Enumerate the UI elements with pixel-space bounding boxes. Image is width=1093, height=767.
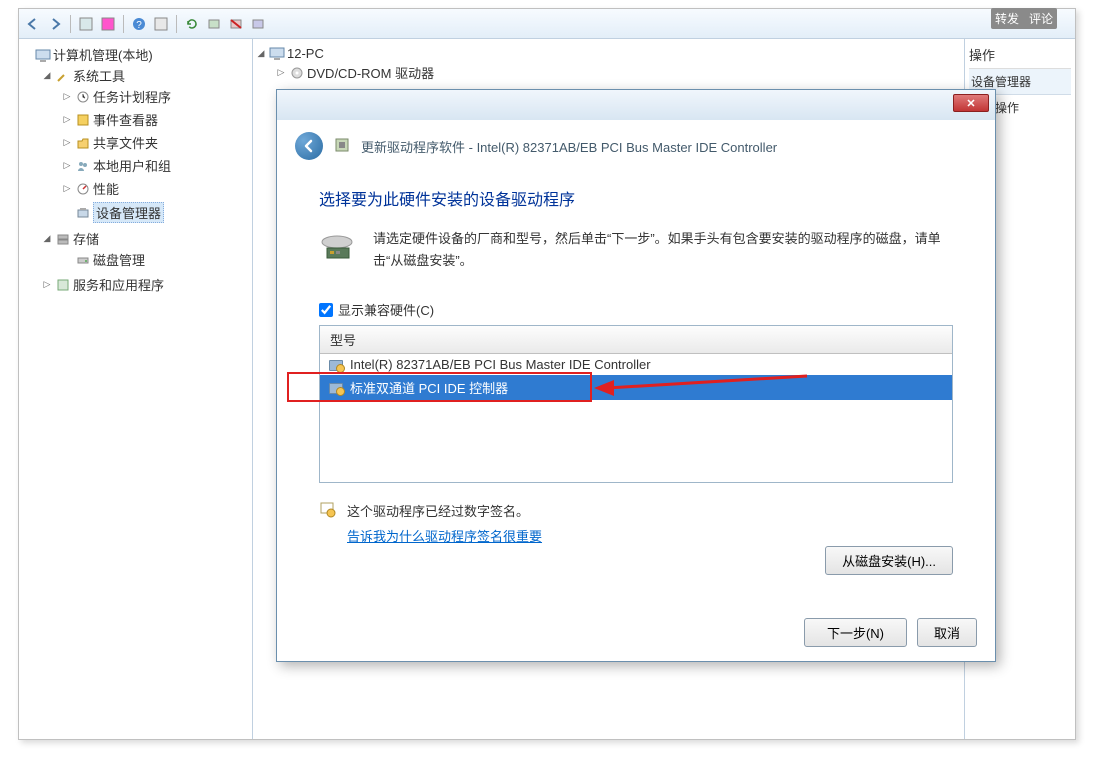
certificate-icon — [319, 501, 337, 519]
tree-event-viewer[interactable]: ▷ 事件查看器 — [61, 110, 250, 129]
expand-icon[interactable]: ▷ — [61, 91, 73, 103]
expand-icon[interactable]: ▷ — [61, 183, 73, 195]
tree-performance[interactable]: ▷ 性能 — [61, 179, 250, 198]
refresh-icon[interactable] — [182, 14, 202, 34]
clock-icon — [75, 89, 91, 105]
signed-driver-icon — [328, 381, 344, 395]
services-apps-label: 服务和应用程序 — [73, 275, 164, 294]
disk-icon — [75, 252, 91, 268]
device-tree-pc[interactable]: ◢ 12-PC — [255, 45, 962, 61]
toolbar-icon-4[interactable] — [204, 14, 224, 34]
computer-icon — [35, 47, 51, 63]
task-scheduler-label: 任务计划程序 — [93, 87, 171, 106]
model-list: 型号 Intel(R) 82371AB/EB PCI Bus Master ID… — [319, 325, 953, 483]
tree-device-manager[interactable]: 设备管理器 — [61, 202, 250, 223]
shared-folder-icon — [75, 135, 91, 151]
close-button[interactable]: ✕ — [953, 94, 989, 112]
expand-icon[interactable]: ▷ — [61, 160, 73, 172]
storage-label: 存储 — [73, 229, 99, 248]
disk-install-button[interactable]: 从磁盘安装(H)... — [825, 546, 953, 575]
event-icon — [75, 112, 91, 128]
toolbar-icon-1[interactable] — [76, 14, 96, 34]
signed-link[interactable]: 告诉我为什么驱动程序签名很重要 — [347, 526, 542, 545]
compatible-checkbox-input[interactable] — [319, 303, 333, 317]
device-manager-label: 设备管理器 — [93, 202, 164, 223]
perf-icon — [75, 181, 91, 197]
instruction-text: 请选定硬件设备的厂商和型号，然后单击“下一步”。如果手头有包含要安装的驱动程序的… — [373, 228, 953, 272]
collapse-icon[interactable]: ◢ — [255, 47, 267, 59]
model-header[interactable]: 型号 — [320, 326, 952, 354]
comment-link[interactable]: 评论 — [1029, 10, 1053, 27]
show-compatible-checkbox[interactable]: 显示兼容硬件(C) — [319, 300, 953, 319]
help-icon[interactable]: ? — [129, 14, 149, 34]
expand-icon[interactable]: ▷ — [61, 114, 73, 126]
performance-label: 性能 — [93, 179, 119, 198]
left-tree-panel: 计算机管理(本地) ◢ 系统工具 — [19, 39, 253, 739]
tree-system-tools[interactable]: ◢ 系统工具 — [41, 66, 250, 85]
event-viewer-label: 事件查看器 — [93, 110, 158, 129]
toolbar-icon-6[interactable] — [248, 14, 268, 34]
signed-text: 这个驱动程序已经过数字签名。 — [347, 501, 542, 520]
nav-fwd-icon[interactable] — [45, 14, 65, 34]
model-1-label: 标准双通道 PCI IDE 控制器 — [350, 378, 508, 397]
back-button[interactable] — [295, 132, 323, 160]
model-0-label: Intel(R) 82371AB/EB PCI Bus Master IDE C… — [350, 357, 651, 372]
actions-header: 操作 — [969, 43, 1071, 69]
tree-local-users[interactable]: ▷ 本地用户和组 — [61, 156, 250, 175]
dvd-label: DVD/CD-ROM 驱动器 — [307, 63, 434, 82]
system-tools-label: 系统工具 — [73, 66, 125, 85]
shared-folders-label: 共享文件夹 — [93, 133, 158, 152]
tools-icon — [55, 68, 71, 84]
toolbar: ? — [19, 9, 1075, 39]
driver-update-dialog: ✕ 更新驱动程序软件 - Intel(R) 82371AB/EB PCI Bus… — [276, 89, 996, 662]
device-tree-dvd[interactable]: ▷ DVD/CD-ROM 驱动器 — [275, 63, 962, 82]
dialog-title: 更新驱动程序软件 - Intel(R) 82371AB/EB PCI Bus M… — [361, 137, 777, 156]
tree-root[interactable]: 计算机管理(本地) — [21, 45, 250, 64]
signed-driver-icon — [328, 358, 344, 372]
collapse-icon[interactable]: ◢ — [41, 70, 53, 82]
toolbar-icon-2[interactable] — [98, 14, 118, 34]
disk-mgmt-label: 磁盘管理 — [93, 250, 145, 269]
dvd-icon — [289, 65, 305, 81]
cancel-button[interactable]: 取消 — [917, 618, 977, 647]
device-mgr-icon — [75, 205, 91, 221]
tree-storage[interactable]: ◢ 存储 — [41, 229, 250, 248]
pc-icon — [269, 45, 285, 61]
tree-shared-folders[interactable]: ▷ 共享文件夹 — [61, 133, 250, 152]
tree-services-apps[interactable]: ▷ 服务和应用程序 — [41, 275, 250, 294]
users-icon — [75, 158, 91, 174]
toolbar-icon-5[interactable] — [226, 14, 246, 34]
driver-chip-icon — [333, 136, 351, 157]
services-icon — [55, 277, 71, 293]
expand-icon[interactable]: ▷ — [41, 279, 53, 291]
svg-text:?: ? — [136, 20, 142, 31]
forward-link[interactable]: 转发 — [995, 10, 1019, 27]
nav-back-icon[interactable] — [23, 14, 43, 34]
dialog-titlebar[interactable]: ✕ — [277, 90, 995, 120]
collapse-icon[interactable] — [21, 49, 33, 61]
toolbar-icon-3[interactable] — [151, 14, 171, 34]
hardware-icon — [319, 228, 359, 264]
local-users-label: 本地用户和组 — [93, 156, 171, 175]
model-item-standard[interactable]: 标准双通道 PCI IDE 控制器 — [320, 375, 952, 400]
pc-label: 12-PC — [287, 46, 324, 61]
tree-task-scheduler[interactable]: ▷ 任务计划程序 — [61, 87, 250, 106]
tree-disk-mgmt[interactable]: 磁盘管理 — [61, 250, 250, 269]
expand-icon[interactable]: ▷ — [275, 67, 287, 79]
dialog-heading: 选择要为此硬件安装的设备驱动程序 — [319, 186, 953, 210]
compatible-label: 显示兼容硬件(C) — [338, 300, 434, 319]
top-overlay: 转发 评论 — [991, 8, 1057, 29]
tree-root-label: 计算机管理(本地) — [53, 45, 153, 64]
model-item-intel[interactable]: Intel(R) 82371AB/EB PCI Bus Master IDE C… — [320, 354, 952, 375]
expand-icon[interactable]: ▷ — [61, 137, 73, 149]
storage-icon — [55, 231, 71, 247]
next-button[interactable]: 下一步(N) — [804, 618, 907, 647]
collapse-icon[interactable]: ◢ — [41, 233, 53, 245]
